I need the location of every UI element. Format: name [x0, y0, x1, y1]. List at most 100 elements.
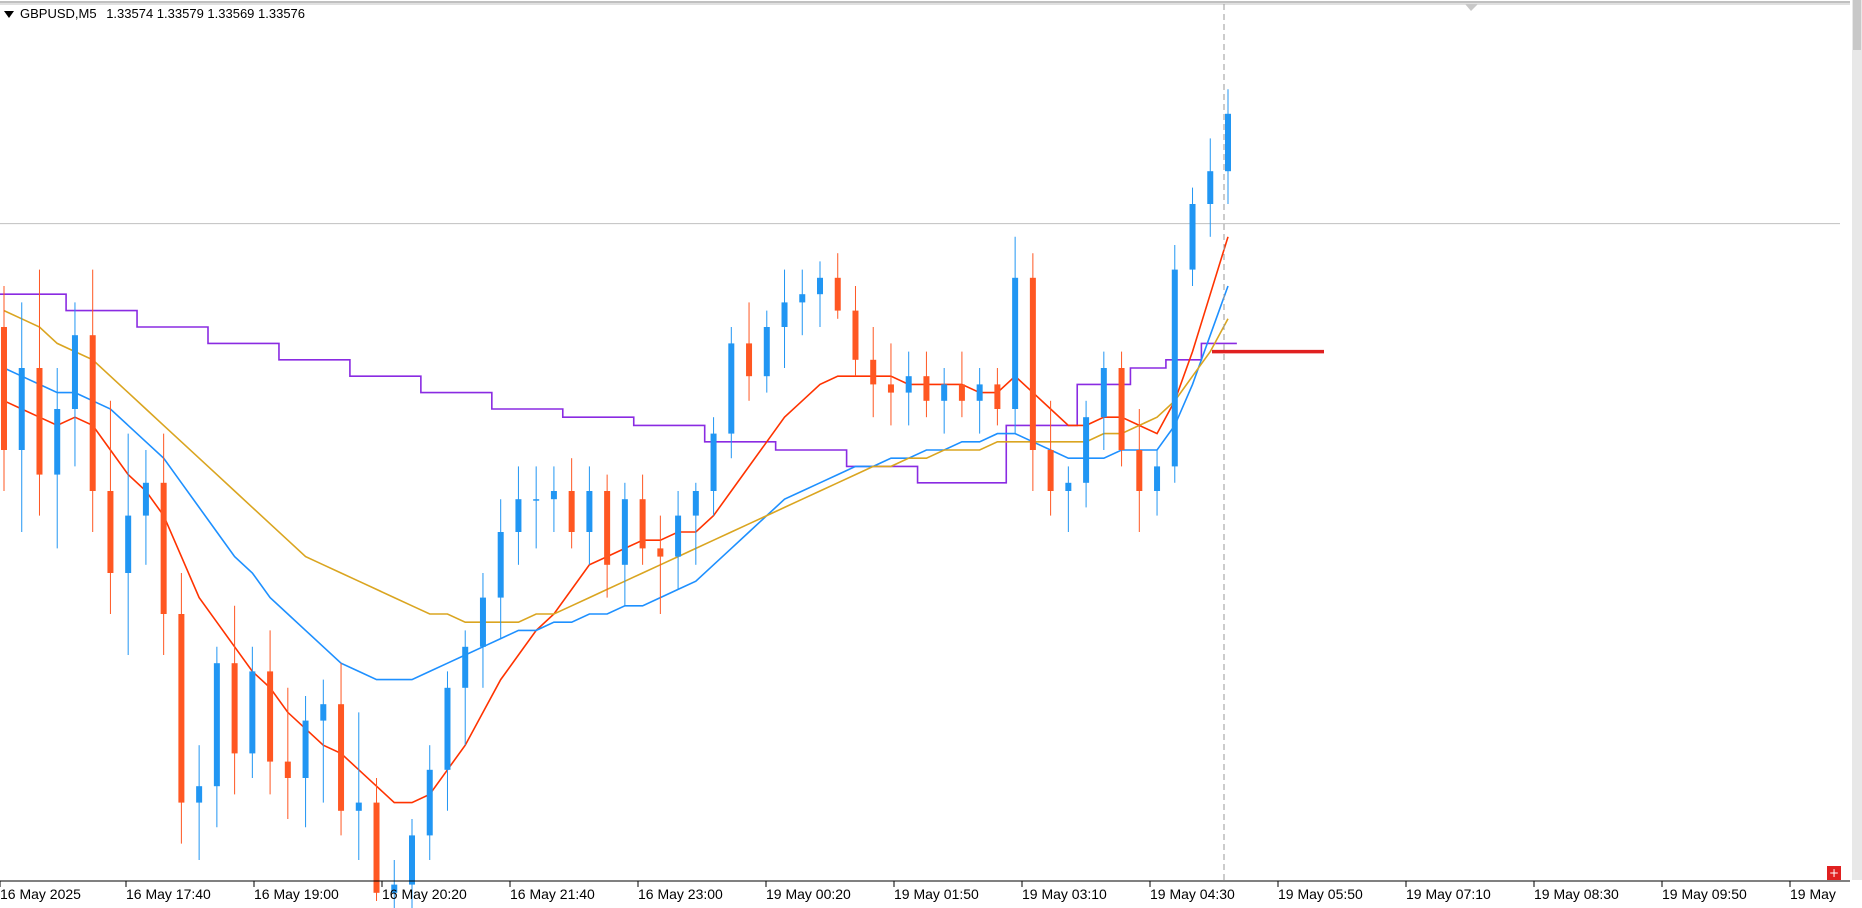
candle[interactable]: [781, 269, 788, 368]
candle-body: [763, 327, 770, 377]
time-label: 19 May 09:50: [1662, 886, 1747, 902]
candle-body: [142, 482, 149, 516]
candle[interactable]: [479, 573, 486, 688]
candle[interactable]: [763, 310, 770, 393]
candle[interactable]: [675, 491, 682, 590]
candle[interactable]: [870, 327, 877, 418]
candle[interactable]: [1083, 400, 1090, 508]
candle[interactable]: [444, 671, 451, 811]
candle-body: [1047, 450, 1054, 491]
candle-body: [550, 491, 557, 500]
candle-body: [657, 548, 664, 557]
candle[interactable]: [621, 482, 628, 606]
candle[interactable]: [568, 458, 575, 549]
candle[interactable]: [249, 646, 256, 778]
candle[interactable]: [1136, 409, 1143, 532]
candle[interactable]: [817, 261, 823, 327]
candle-body: [958, 384, 965, 401]
candle-body: [692, 491, 699, 516]
candle[interactable]: [426, 745, 433, 860]
candle[interactable]: [213, 646, 220, 828]
candle[interactable]: [639, 474, 646, 565]
candle[interactable]: [1065, 466, 1072, 532]
candle[interactable]: [1207, 138, 1214, 237]
candle-body: [887, 384, 894, 393]
candle[interactable]: [302, 696, 309, 828]
candle-body: [533, 499, 540, 501]
candle[interactable]: [142, 450, 149, 565]
candle[interactable]: [834, 253, 841, 319]
candle-body: [817, 277, 823, 295]
candle[interactable]: [728, 327, 735, 459]
candle[interactable]: [923, 351, 930, 418]
candle[interactable]: [125, 433, 132, 655]
candle[interactable]: [1012, 236, 1019, 434]
candle[interactable]: [71, 302, 78, 467]
candle[interactable]: [36, 269, 43, 516]
candle[interactable]: [994, 368, 1001, 426]
candle[interactable]: [196, 745, 203, 860]
candle[interactable]: [1118, 351, 1125, 467]
candle[interactable]: [515, 466, 522, 565]
candle[interactable]: [462, 630, 469, 746]
candle[interactable]: [941, 368, 948, 434]
candle[interactable]: [89, 269, 96, 532]
candle[interactable]: [905, 351, 912, 426]
candle[interactable]: [1225, 89, 1231, 204]
candle-body: [267, 671, 274, 762]
vertical-scrollbar[interactable]: [1852, 0, 1862, 880]
candle[interactable]: [231, 605, 238, 795]
candle[interactable]: [320, 679, 327, 803]
candle[interactable]: [550, 466, 557, 532]
candle[interactable]: [355, 712, 362, 860]
ma-fast-line: [3, 236, 1229, 804]
candle[interactable]: [107, 400, 114, 614]
candle[interactable]: [1189, 187, 1196, 286]
candle[interactable]: [497, 499, 504, 639]
candle[interactable]: [373, 778, 380, 901]
candle-body: [728, 343, 735, 434]
candle-body: [426, 769, 433, 836]
candle[interactable]: [284, 687, 291, 819]
candle-body: [178, 614, 185, 803]
candle-body: [213, 663, 220, 787]
scrollbar-thumb[interactable]: [1853, 0, 1861, 50]
price-chart[interactable]: 16 May 2025 16 May 17:40 16 May 19:00 16 Ma…: [0, 0, 1862, 908]
candle[interactable]: [338, 663, 345, 836]
candle-body: [462, 646, 469, 688]
time-label: 16 May 19:00: [254, 886, 339, 902]
candle[interactable]: [533, 466, 540, 549]
candle-body: [355, 802, 362, 811]
candle[interactable]: [1154, 450, 1161, 516]
chevron-down-icon[interactable]: [1465, 4, 1478, 11]
candle[interactable]: [586, 466, 593, 565]
candle[interactable]: [958, 351, 965, 418]
candle-body: [302, 720, 309, 778]
candle[interactable]: [887, 343, 894, 426]
candle[interactable]: [1047, 400, 1054, 516]
candle[interactable]: [692, 482, 699, 565]
candle[interactable]: [710, 417, 717, 516]
candle-body: [976, 384, 983, 401]
candle-body: [834, 277, 841, 311]
candle-body: [1083, 417, 1090, 483]
candle-body: [338, 704, 345, 811]
candle[interactable]: [18, 302, 25, 532]
candle[interactable]: [54, 368, 61, 549]
candle[interactable]: [604, 474, 611, 598]
candle[interactable]: [1029, 253, 1036, 491]
plus-icon[interactable]: +: [1827, 866, 1841, 880]
candle[interactable]: [1171, 245, 1178, 483]
candle[interactable]: [746, 302, 753, 401]
candle[interactable]: [852, 286, 859, 377]
time-label: 19 May 08:30: [1534, 886, 1619, 902]
candle-body: [444, 687, 451, 770]
candle-body: [160, 482, 167, 614]
candle[interactable]: [1, 286, 7, 491]
candle[interactable]: [976, 368, 983, 434]
candle[interactable]: [267, 630, 274, 795]
candle[interactable]: [799, 269, 806, 336]
candle[interactable]: [160, 433, 167, 655]
candle-body: [373, 802, 380, 893]
candle[interactable]: [178, 573, 185, 844]
